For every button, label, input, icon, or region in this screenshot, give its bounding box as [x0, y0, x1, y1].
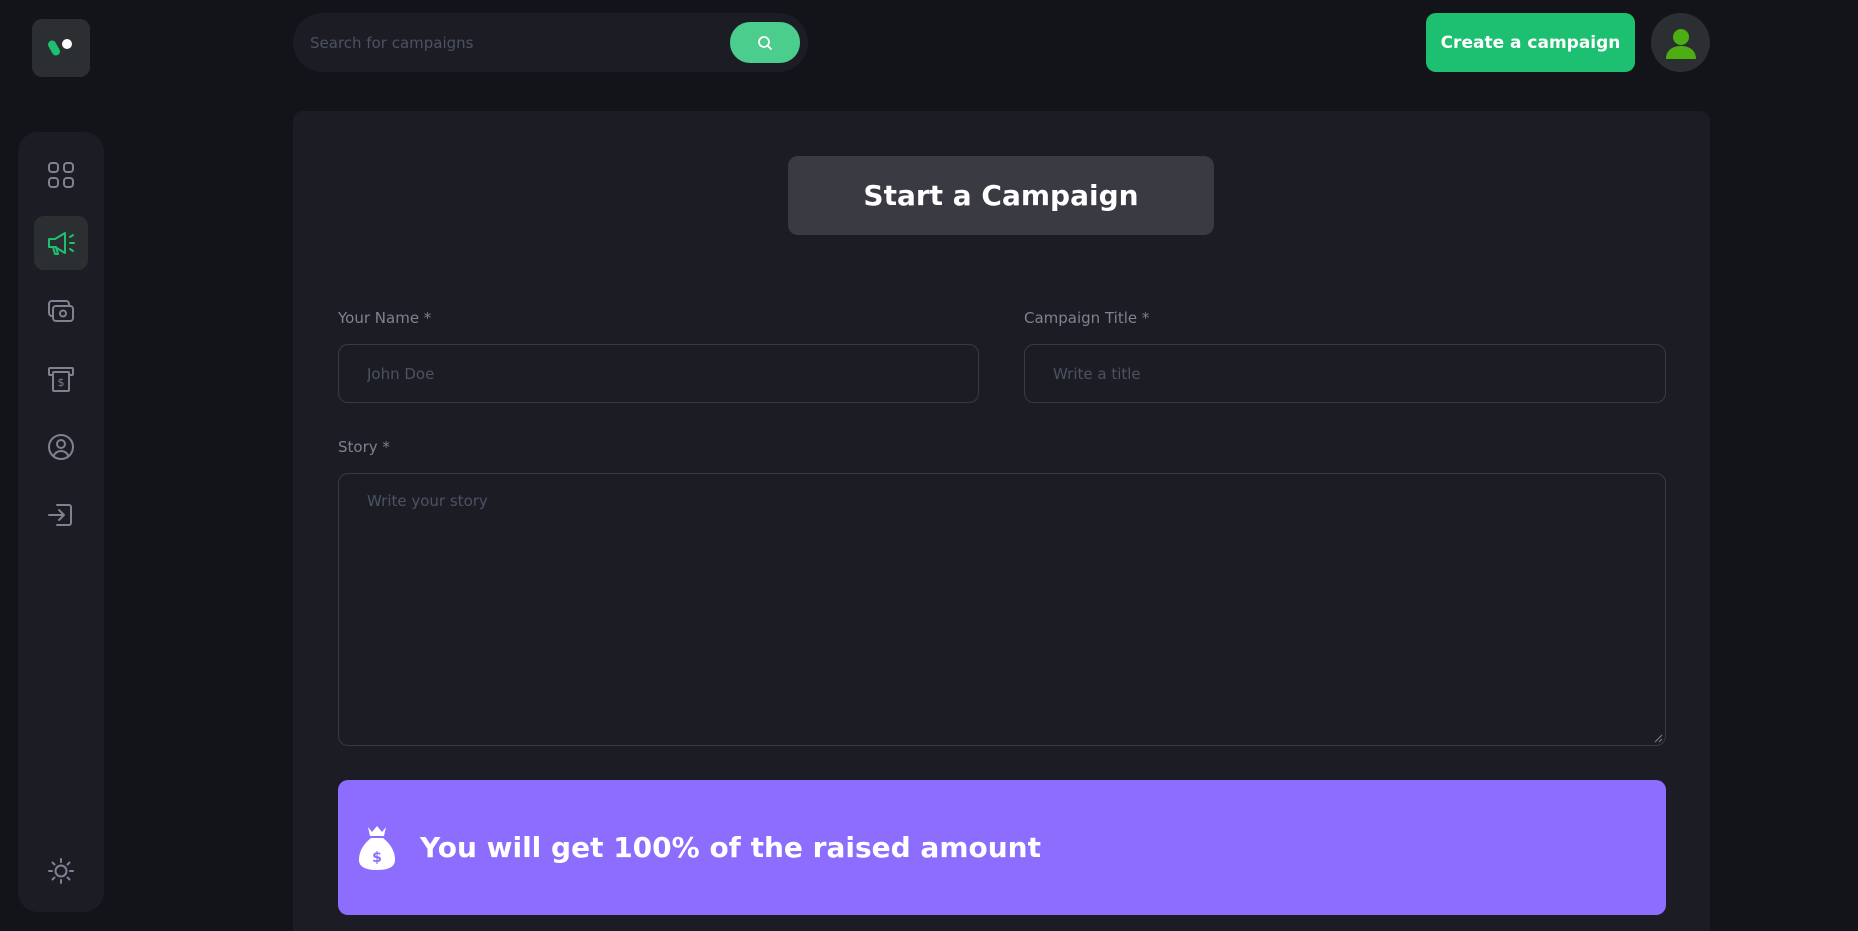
campaign-title-input[interactable]: [1053, 364, 1637, 383]
search-button[interactable]: [730, 22, 800, 63]
sidebar-item-dashboard[interactable]: [34, 148, 88, 202]
name-label: Your Name *: [338, 309, 432, 327]
theme-toggle-button[interactable]: [34, 844, 88, 898]
payment-icon: [48, 300, 74, 322]
withdraw-icon: $: [48, 367, 74, 392]
story-textarea[interactable]: [367, 492, 1637, 727]
user-icon: [1665, 28, 1696, 59]
create-campaign-form: Start a Campaign Your Name * Campaign Ti…: [293, 111, 1710, 931]
sidebar-item-campaign[interactable]: [34, 216, 88, 270]
story-field-box: [338, 473, 1666, 746]
info-banner: $ You will get 100% of the raised amount: [338, 780, 1666, 915]
svg-text:$: $: [372, 850, 382, 866]
campaign-title-label: Campaign Title *: [1024, 309, 1150, 327]
sidebar-item-logout[interactable]: [34, 488, 88, 542]
name-input[interactable]: [367, 364, 950, 383]
sidebar-item-payment[interactable]: [34, 284, 88, 338]
search-bar: [293, 13, 808, 72]
avatar[interactable]: [1651, 13, 1710, 72]
sun-icon: [48, 858, 74, 884]
create-campaign-button[interactable]: Create a campaign: [1426, 13, 1635, 72]
logo-icon: [48, 39, 72, 56]
profile-icon: [48, 434, 74, 460]
search-input[interactable]: [310, 33, 710, 52]
svg-text:$: $: [58, 376, 65, 389]
logout-icon: [48, 504, 72, 526]
banner-text: You will get 100% of the raised amount: [420, 831, 1041, 864]
name-field-box: [338, 344, 979, 403]
money-bag-icon: $: [359, 825, 395, 870]
app-logo[interactable]: [32, 19, 90, 77]
sidebar: $: [18, 132, 104, 912]
search-icon: [758, 35, 772, 50]
sidebar-item-profile[interactable]: [34, 420, 88, 474]
story-label: Story *: [338, 438, 390, 456]
page-title: Start a Campaign: [788, 156, 1214, 235]
resize-handle-icon[interactable]: [1653, 733, 1663, 743]
campaign-title-field-box: [1024, 344, 1666, 403]
grid-icon: [48, 162, 74, 188]
megaphone-icon: [48, 232, 75, 255]
sidebar-item-withdraw[interactable]: $: [34, 352, 88, 406]
